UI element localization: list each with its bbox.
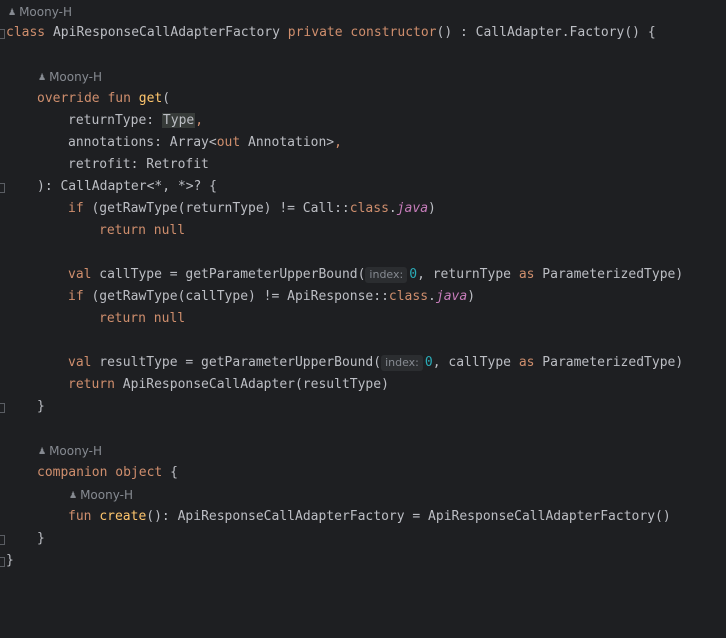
code-line[interactable]: retrofit: Retrofit [0, 154, 726, 176]
person-icon: ♟ [69, 491, 78, 501]
keyword: val [68, 355, 92, 370]
person-icon: ♟ [38, 447, 47, 457]
keyword: fun [68, 509, 92, 524]
keyword: out [216, 135, 241, 150]
code-text: ( [162, 91, 171, 106]
code-text: () : CallAdapter.Factory() { [436, 25, 656, 40]
keyword: class [388, 289, 429, 304]
keyword: return [99, 311, 146, 326]
keyword: as [518, 355, 535, 370]
code-text: Annotation> [240, 135, 335, 150]
fold-marker[interactable] [0, 403, 5, 413]
code-text: ApiResponseCallAdapter(resultType) [114, 377, 389, 392]
code-line[interactable]: } [0, 528, 726, 550]
comma: , [334, 135, 342, 150]
author-name: Moony-H [49, 444, 102, 458]
code-text: ParameterizedType) [534, 267, 684, 282]
code-text: (getRawType(returnType) != Call:: [83, 201, 350, 216]
keyword: null [153, 223, 186, 238]
comma: , [195, 113, 204, 128]
code-text: ParameterizedType) [534, 355, 684, 370]
class-name: ApiResponseCallAdapterFactory [45, 25, 288, 40]
keyword: return [68, 377, 115, 392]
code-line[interactable]: return null [0, 220, 726, 242]
function-name: get [138, 91, 163, 106]
code-line[interactable]: returnType: Type, [0, 110, 726, 132]
code-text: callType = getParameterUpperBound( [91, 267, 366, 282]
fold-marker[interactable] [0, 557, 5, 567]
parameter-hint: index: [365, 267, 408, 283]
member: java [435, 289, 468, 304]
person-icon: ♟ [38, 73, 47, 83]
fold-marker[interactable] [0, 29, 5, 39]
code-text: { [162, 465, 178, 480]
person-icon: ♟ [8, 8, 17, 18]
code-line[interactable]: return null [0, 308, 726, 330]
code-line[interactable]: annotations: Array<out Annotation>, [0, 132, 726, 154]
code-text: } [37, 531, 45, 546]
fold-marker[interactable] [0, 183, 5, 193]
keyword: constructor [350, 25, 437, 40]
code-line[interactable]: companion object { [0, 462, 726, 484]
code-text: ) [428, 201, 436, 216]
code-line[interactable]: val resultType = getParameterUpperBound(… [0, 352, 726, 374]
fold-marker[interactable] [0, 535, 5, 545]
author-name: Moony-H [80, 488, 133, 502]
number: 0 [409, 267, 418, 282]
code-text: annotations: Array< [68, 135, 217, 150]
code-text: ): CallAdapter<*, *>? { [37, 179, 218, 194]
code-line[interactable]: ): CallAdapter<*, *>? { [0, 176, 726, 198]
code-line[interactable]: if (getRawType(callType) != ApiResponse:… [0, 286, 726, 308]
code-text: . [428, 289, 436, 304]
member: java [396, 201, 429, 216]
code-text: ) [467, 289, 476, 304]
code-text: . [388, 201, 397, 216]
code-line[interactable]: if (getRawType(returnType) != Call::clas… [0, 198, 726, 220]
parameter-hint: index: [381, 355, 423, 371]
keyword: as [518, 267, 535, 282]
code-text: } [37, 399, 45, 414]
code-text: , callType [432, 355, 519, 370]
author-hint[interactable]: ♟ Moony-H [0, 484, 726, 506]
code-text: retrofit: Retrofit [68, 157, 209, 172]
code-text: (getRawType(callType) != ApiResponse:: [83, 289, 389, 304]
keyword: companion [37, 465, 108, 480]
keyword: class [6, 25, 46, 40]
author-name: Moony-H [19, 5, 72, 19]
keyword: private [287, 25, 343, 40]
author-hint[interactable]: ♟ Moony-H [0, 440, 726, 462]
keyword: if [68, 289, 84, 304]
keyword: val [68, 267, 92, 282]
code-line[interactable]: override fun get( [0, 88, 726, 110]
function-name: create [99, 509, 147, 524]
author-hint[interactable]: ♟ Moony-H [0, 1, 726, 23]
code-editor[interactable]: ♟ Moony-H class ApiResponseCallAdapterFac… [0, 0, 726, 587]
number: 0 [424, 355, 433, 370]
author-hint[interactable]: ♟ Moony-H [0, 66, 726, 88]
keyword: class [349, 201, 389, 216]
code-text: , returnType [417, 267, 519, 282]
author-name: Moony-H [49, 70, 102, 84]
keyword: null [153, 311, 186, 326]
code-line[interactable]: val callType = getParameterUpperBound(in… [0, 264, 726, 286]
param-name: returnType: [68, 113, 162, 128]
keyword: override [37, 91, 100, 106]
code-text: resultType = getParameterUpperBound( [91, 355, 382, 370]
code-line[interactable]: fun create(): ApiResponseCallAdapterFact… [0, 506, 726, 528]
code-line[interactable]: } [0, 550, 726, 572]
code-text: (): ApiResponseCallAdapterFactory = ApiR… [146, 509, 671, 524]
code-text: } [6, 553, 14, 568]
keyword: object [115, 465, 163, 480]
code-line[interactable]: return ApiResponseCallAdapter(resultType… [0, 374, 726, 396]
keyword: if [68, 201, 84, 216]
code-line[interactable]: } [0, 396, 726, 418]
keyword: return [99, 223, 146, 238]
highlighted-type: Type [161, 113, 196, 128]
code-line[interactable]: class ApiResponseCallAdapterFactory priv… [0, 22, 726, 44]
keyword: fun [107, 91, 131, 106]
